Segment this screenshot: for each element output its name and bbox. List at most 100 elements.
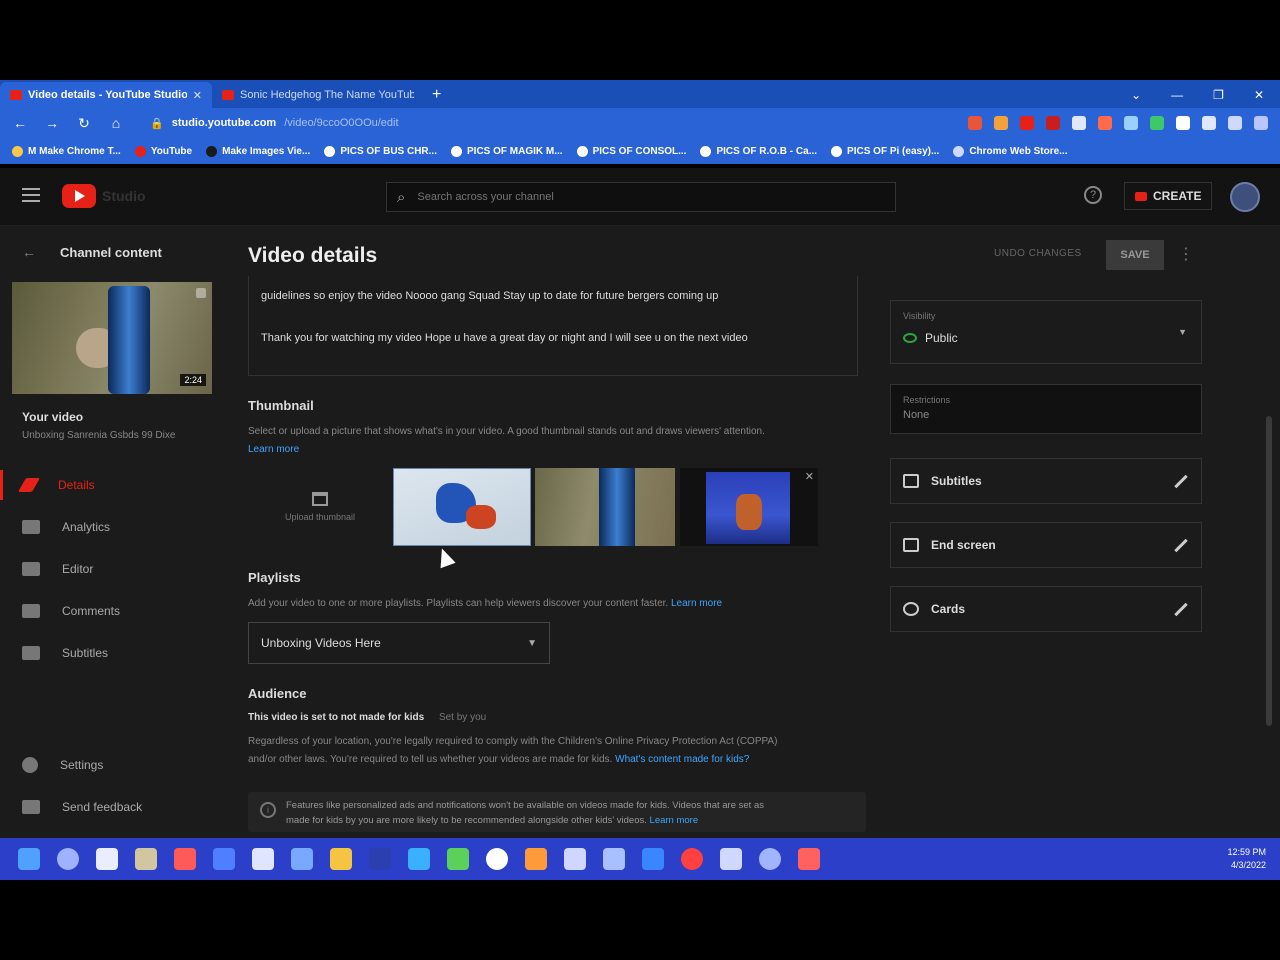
app-icon[interactable] (642, 848, 664, 870)
app-icon[interactable] (720, 848, 742, 870)
app-icon[interactable] (408, 848, 430, 870)
thumbnail-learn-more-link[interactable]: Learn more (248, 444, 299, 455)
tab-sonic-video[interactable]: Sonic Hedgehog The Name YouTube (212, 82, 424, 108)
cards-row[interactable]: Cards (890, 586, 1202, 632)
extension-icon[interactable] (1072, 116, 1086, 130)
playlist-select[interactable]: Unboxing Videos Here ▼ (248, 622, 550, 664)
app-icon[interactable] (447, 848, 469, 870)
extension-icon[interactable] (1124, 116, 1138, 130)
app-icon[interactable] (603, 848, 625, 870)
url-field[interactable]: 🔒 studio.youtube.com/video/9ccoO0OOu/edi… (140, 112, 760, 134)
thumbnail-option[interactable] (535, 468, 675, 546)
bookmark-item[interactable]: PICS OF Pi (easy)... (831, 145, 939, 157)
bookmark-item[interactable]: YouTube (134, 145, 192, 157)
extension-icon[interactable] (968, 116, 982, 130)
app-icon[interactable] (564, 848, 586, 870)
extension-icon[interactable] (994, 116, 1008, 130)
app-icon[interactable] (213, 848, 235, 870)
edit-pencil-icon[interactable] (1174, 474, 1188, 488)
app-icon[interactable] (135, 848, 157, 870)
extension-icon[interactable] (1150, 116, 1164, 130)
home-icon[interactable]: ⌂ (108, 115, 124, 131)
app-icon[interactable] (369, 848, 391, 870)
subtitles-row[interactable]: Subtitles (890, 458, 1202, 504)
bookmark-item[interactable]: Chrome Web Store... (953, 145, 1067, 157)
bookmark-item[interactable]: PICS OF MAGIK M... (451, 145, 563, 157)
app-icon[interactable] (525, 848, 547, 870)
bookmark-item[interactable]: Make Images Vie... (206, 145, 310, 157)
sidebar-item-comments[interactable]: Comments (0, 590, 228, 632)
tab-search-icon[interactable]: ⌄ (1131, 88, 1141, 102)
visibility-select[interactable]: Visibility Public ▼ (890, 300, 1202, 364)
bookmark-item[interactable]: M Make Chrome T... (12, 145, 121, 157)
chrome-icon[interactable] (681, 848, 703, 870)
settings-icon[interactable] (252, 848, 274, 870)
clock-time: 12:59 PM (1227, 847, 1266, 857)
create-button[interactable]: CREATE (1124, 182, 1213, 210)
edit-pencil-icon[interactable] (1174, 602, 1188, 616)
profile-icon[interactable] (1254, 116, 1268, 130)
description-line: Thank you for watching my video Hope u h… (261, 332, 748, 344)
scrollbar[interactable] (1266, 416, 1272, 726)
save-button[interactable]: SAVE (1106, 240, 1164, 270)
end-screen-row[interactable]: End screen (890, 522, 1202, 568)
sidebar-item-analytics[interactable]: Analytics (0, 506, 228, 548)
task-view-icon[interactable] (96, 848, 118, 870)
menu-icon[interactable] (22, 188, 40, 202)
sidebar-nav: Details Analytics Editor Comments Subtit… (0, 464, 228, 674)
upload-thumbnail-button[interactable]: Upload thumbnail (248, 468, 392, 546)
minimize-icon[interactable]: — (1171, 88, 1183, 102)
extension-icon[interactable] (1020, 116, 1034, 130)
maximize-icon[interactable]: ❐ (1213, 88, 1224, 102)
undo-changes-button[interactable]: UNDO CHANGES (994, 248, 1082, 259)
thumbnail-option[interactable] (393, 468, 531, 546)
thumbnail-option[interactable]: ✕ (680, 468, 818, 546)
sidebar-icon[interactable] (1228, 116, 1242, 130)
search-icon[interactable] (57, 848, 79, 870)
start-icon[interactable] (18, 848, 40, 870)
youtube-logo-icon[interactable] (62, 184, 96, 208)
sidebar-item-settings[interactable]: Settings (0, 744, 228, 786)
app-icon[interactable] (759, 848, 781, 870)
close-icon[interactable]: ✕ (805, 470, 814, 483)
search-input[interactable] (417, 191, 885, 203)
extensions-row (968, 116, 1268, 130)
bookmark-item[interactable]: PICS OF CONSOL... (576, 145, 686, 157)
back-arrow-icon[interactable]: ← (12, 115, 28, 131)
search-bar[interactable]: ⌕ (386, 182, 896, 212)
close-window-icon[interactable]: ✕ (1254, 88, 1264, 102)
sidebar-item-feedback[interactable]: Send feedback (0, 786, 228, 828)
help-icon[interactable]: ? (1084, 186, 1102, 204)
sidebar-item-subtitles[interactable]: Subtitles (0, 632, 228, 674)
more-options-icon[interactable]: ⋮ (1178, 244, 1194, 264)
channel-content-back[interactable]: ← Channel content (22, 244, 162, 260)
puzzle-icon[interactable] (1202, 116, 1216, 130)
audience-learn-more-link[interactable]: Learn more (650, 815, 699, 826)
video-preview-thumbnail[interactable]: 2:24 (12, 282, 212, 394)
extension-icon[interactable] (1098, 116, 1112, 130)
app-icon[interactable] (291, 848, 313, 870)
app-icon[interactable] (486, 848, 508, 870)
system-clock[interactable]: 12:59 PM 4/3/2022 (1227, 846, 1280, 872)
app-icon[interactable] (174, 848, 196, 870)
tab-video-details[interactable]: Video details - YouTube Studio ✕ (0, 82, 212, 108)
extension-icon[interactable] (1176, 116, 1190, 130)
made-for-kids-link[interactable]: What's content made for kids? (615, 754, 749, 765)
close-tab-icon[interactable]: ✕ (193, 89, 202, 102)
forward-arrow-icon[interactable]: → (44, 115, 60, 131)
description-field[interactable]: guidelines so enjoy the video Noooo gang… (248, 276, 858, 376)
sidebar-item-editor[interactable]: Editor (0, 548, 228, 590)
app-icon[interactable] (798, 848, 820, 870)
new-tab-button[interactable]: + (424, 82, 449, 108)
bookmark-item[interactable]: PICS OF BUS CHR... (324, 145, 437, 157)
playlists-learn-more-link[interactable]: Learn more (671, 598, 722, 609)
sidebar-item-details[interactable]: Details (0, 464, 228, 506)
edit-pencil-icon[interactable] (1174, 538, 1188, 552)
bookmark-item[interactable]: PICS OF R.O.B - Ca... (700, 145, 817, 157)
avatar[interactable] (1230, 182, 1260, 212)
reload-icon[interactable]: ↻ (76, 115, 92, 132)
folder-icon[interactable] (330, 848, 352, 870)
lock-icon: 🔒 (150, 117, 164, 130)
external-link-icon[interactable] (196, 288, 206, 298)
extension-icon[interactable] (1046, 116, 1060, 130)
